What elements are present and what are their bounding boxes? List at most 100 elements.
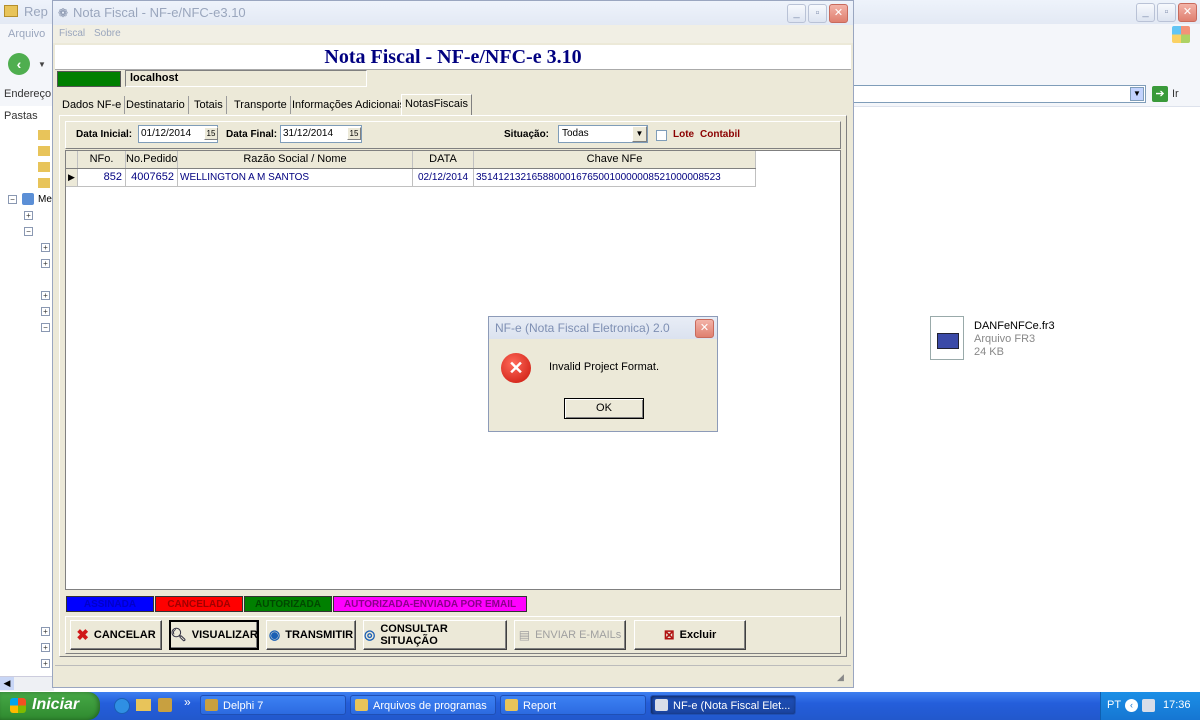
address-dropdown-icon[interactable]: ▼ xyxy=(1130,87,1144,101)
explorer-maximize-button[interactable]: ▫ xyxy=(1157,3,1176,22)
menu-sobre[interactable]: Sobre xyxy=(94,28,121,39)
tab-informacoes-adicionais[interactable]: Informações Adicionais xyxy=(289,96,410,114)
dialog-close-button[interactable]: ✕ xyxy=(695,319,714,338)
ok-button[interactable]: OK xyxy=(564,398,644,419)
tab-strip: Dados NF-e Destinatario Totais Transport… xyxy=(59,94,851,116)
explorer-minimize-button[interactable]: _ xyxy=(1136,3,1155,22)
cancelar-label: CANCELAR xyxy=(93,629,156,641)
col-data[interactable]: DATA xyxy=(413,151,474,168)
tray-collapse-icon[interactable]: ‹ xyxy=(1125,699,1138,712)
visualizar-button[interactable]: 🔍︎ VISUALIZAR xyxy=(169,620,259,650)
globe-icon: ◉ xyxy=(268,627,281,642)
computer-icon xyxy=(22,193,34,205)
transmitir-button[interactable]: ◉ TRANSMITIR xyxy=(266,620,356,650)
file-size: 24 KB xyxy=(974,346,1004,358)
status-bar: localhost xyxy=(55,70,851,88)
app-titlebar: ❁ Nota Fiscal - NF-e/NFC-e3.10 _ ▫ ✕ xyxy=(53,1,853,26)
cancelar-button[interactable]: ✖ CANCELAR xyxy=(70,620,162,650)
folder-quicklaunch-icon[interactable] xyxy=(136,699,151,711)
notas-grid[interactable]: NFo. No.Pedido Razão Social / Nome DATA … xyxy=(65,150,841,590)
lote-label[interactable]: Lote xyxy=(673,129,694,140)
taskbar-item-report[interactable]: Report xyxy=(500,695,646,715)
start-button[interactable]: Iniciar xyxy=(0,692,100,720)
explorer-close-button[interactable]: ✕ xyxy=(1178,3,1197,22)
enviar-emails-button[interactable]: ▤ ENVIAR E-MAILs xyxy=(514,620,626,650)
cell-data[interactable]: 02/12/2014 xyxy=(413,169,474,186)
situacao-label: Situação: xyxy=(504,129,550,140)
windows-flag-icon xyxy=(10,698,26,713)
contabil-label[interactable]: Contabil xyxy=(700,129,740,140)
scroll-left-icon[interactable]: ◀ xyxy=(0,677,14,690)
ie-quicklaunch-icon[interactable] xyxy=(114,698,130,714)
tree-collapse-icon[interactable]: − xyxy=(41,323,50,332)
menu-fiscal[interactable]: Fiscal xyxy=(59,28,85,39)
dialog-message: Invalid Project Format. xyxy=(549,361,660,373)
visualizar-label: VISUALIZAR xyxy=(191,629,258,641)
maximize-button[interactable]: ▫ xyxy=(808,4,827,23)
language-indicator[interactable]: PT xyxy=(1107,699,1121,711)
lote-checkbox[interactable] xyxy=(656,130,667,141)
chevron-down-icon[interactable]: ▼ xyxy=(632,126,647,142)
tree-expand-icon[interactable]: + xyxy=(24,211,33,220)
resize-grip-icon[interactable]: ◢ xyxy=(837,672,844,683)
taskbar-item-delphi[interactable]: Delphi 7 xyxy=(200,695,346,715)
tree-expand-icon[interactable]: + xyxy=(41,259,50,268)
cell-razao-social[interactable]: WELLINGTON A M SANTOS xyxy=(178,169,413,186)
cell-no-pedido[interactable]: 4007652 xyxy=(126,169,178,186)
col-razao-social[interactable]: Razão Social / Nome xyxy=(178,151,413,168)
excluir-label: Excluir xyxy=(679,629,717,641)
tree-expand-icon[interactable]: + xyxy=(41,291,50,300)
menu-arquivo[interactable]: Arquivo xyxy=(8,28,45,40)
file-item[interactable]: DANFeNFCe.fr3 Arquivo FR3 24 KB xyxy=(928,316,1068,364)
taskbar-item-label: Report xyxy=(523,700,557,712)
tab-page: Data Inicial: 01/12/2014 15 Data Final: … xyxy=(59,115,847,657)
file-type: Arquivo FR3 xyxy=(974,333,1036,345)
excluir-button[interactable]: ⊠ Excluir xyxy=(634,620,746,650)
tree-expand-icon[interactable]: + xyxy=(41,243,50,252)
app-gear-icon: ❁ xyxy=(58,6,69,20)
tree-collapse-icon[interactable]: − xyxy=(24,227,33,236)
tab-totais[interactable]: Totais xyxy=(191,96,227,114)
back-icon[interactable]: ‹ xyxy=(8,53,30,75)
tree-expand-icon[interactable]: + xyxy=(41,659,50,668)
fr3-file-icon xyxy=(930,316,964,360)
back-dropdown-icon[interactable]: ▼ xyxy=(38,60,46,69)
address-field[interactable] xyxy=(852,85,1146,103)
go-arrow-icon[interactable]: ➔ xyxy=(1152,86,1168,102)
tree-expand-icon[interactable]: + xyxy=(41,643,50,652)
consultar-situacao-button[interactable]: ◎ CONSULTAR SITUAÇÃO xyxy=(363,620,507,650)
taskbar-item-arquivos[interactable]: Arquivos de programas xyxy=(350,695,496,715)
explorer-hscrollbar[interactable]: ◀ xyxy=(0,676,54,691)
explorer-title: Rep xyxy=(24,4,48,19)
table-row[interactable]: ▶ 852 4007652 WELLINGTON A M SANTOS 02/1… xyxy=(66,169,756,187)
quicklaunch-more-icon[interactable]: » xyxy=(184,695,191,709)
delphi-icon xyxy=(205,699,218,711)
server-label: localhost xyxy=(125,70,367,87)
col-nfo[interactable]: NFo. xyxy=(78,151,126,168)
calendar-icon[interactable]: 15 xyxy=(204,127,218,140)
delphi-quicklaunch-icon[interactable] xyxy=(158,698,172,712)
cell-nfo[interactable]: 852 xyxy=(78,169,126,186)
cell-chave-nfe[interactable]: 3514121321658800016765001000000852100000… xyxy=(474,169,756,186)
legend-autorizada: AUTORIZADA xyxy=(244,596,332,612)
tab-destinatario[interactable]: Destinatario xyxy=(123,96,189,114)
calendar-icon[interactable]: 15 xyxy=(347,127,361,140)
taskbar-item-nfe[interactable]: NF-e (Nota Fiscal Elet... xyxy=(650,695,796,715)
tab-notasfiscais[interactable]: NotasFiscais xyxy=(401,94,472,115)
go-label[interactable]: Ir xyxy=(1172,88,1179,100)
tab-dados-nfe[interactable]: Dados NF-e xyxy=(59,96,126,114)
error-icon: ✕ xyxy=(501,353,531,383)
tree-folder-icon xyxy=(38,162,50,172)
tray-app-icon[interactable] xyxy=(1142,699,1155,712)
filter-panel: Data Inicial: 01/12/2014 15 Data Final: … xyxy=(65,121,841,149)
tab-transporte[interactable]: Transporte xyxy=(231,96,291,114)
minimize-button[interactable]: _ xyxy=(787,4,806,23)
close-button[interactable]: ✕ xyxy=(829,4,848,23)
col-chave-nfe[interactable]: Chave NFe xyxy=(474,151,756,168)
tree-item-label[interactable]: Me xyxy=(38,194,52,205)
tree-collapse-icon[interactable]: − xyxy=(8,195,17,204)
tree-expand-icon[interactable]: + xyxy=(41,307,50,316)
envelope-icon: ▤ xyxy=(518,628,531,642)
col-no-pedido[interactable]: No.Pedido xyxy=(126,151,178,168)
tree-expand-icon[interactable]: + xyxy=(41,627,50,636)
